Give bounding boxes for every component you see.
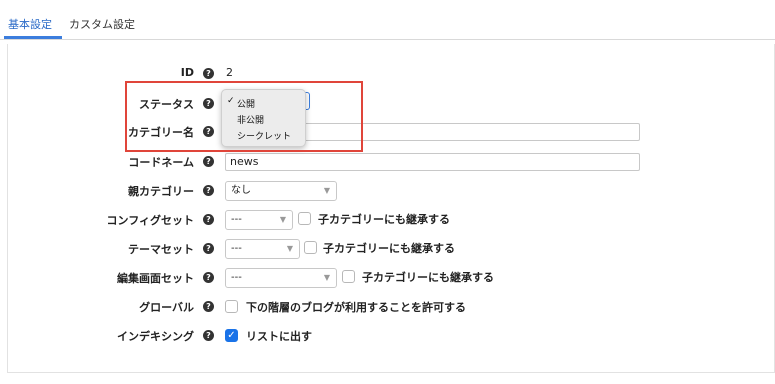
- help-icon[interactable]: ?: [203, 243, 214, 254]
- global-checkbox-label: 下の階層のブログが利用することを許可する: [246, 301, 466, 314]
- chevron-down-icon: ▼: [279, 215, 286, 224]
- edit-screen-set-label: 編集画面セット: [117, 272, 194, 285]
- chevron-down-icon: ▼: [323, 186, 330, 195]
- id-label: ID: [180, 66, 194, 79]
- help-icon[interactable]: ?: [203, 185, 214, 196]
- tab-bar: 基本設定 カスタム設定: [0, 0, 775, 40]
- global-label: グローバル: [139, 301, 194, 314]
- config-set-inherit-label: 子カテゴリーにも継承する: [318, 213, 450, 226]
- active-tab-indicator: [4, 36, 62, 39]
- indexing-label: インデキシング: [117, 330, 194, 343]
- theme-set-inherit-label: 子カテゴリーにも継承する: [323, 242, 455, 255]
- edit-screen-set-select[interactable]: --- ▼: [225, 268, 337, 288]
- config-set-select[interactable]: --- ▼: [225, 210, 293, 230]
- parent-category-value: なし: [231, 185, 251, 196]
- help-icon[interactable]: ?: [203, 214, 214, 225]
- edit-screen-set-inherit-label: 子カテゴリーにも継承する: [362, 271, 494, 284]
- code-name-input[interactable]: news: [225, 153, 640, 171]
- config-set-value: ---: [231, 214, 242, 225]
- check-icon: ✓: [227, 330, 236, 341]
- help-icon[interactable]: ?: [203, 68, 214, 79]
- indexing-checkbox[interactable]: ✓: [225, 329, 238, 342]
- parent-category-select[interactable]: なし ▼: [225, 181, 337, 201]
- help-icon[interactable]: ?: [203, 156, 214, 167]
- help-icon[interactable]: ?: [203, 301, 214, 312]
- global-checkbox[interactable]: [225, 300, 238, 313]
- tab-custom-settings[interactable]: カスタム設定: [69, 16, 135, 32]
- theme-set-label: テーマセット: [128, 243, 194, 256]
- tab-basic-settings[interactable]: 基本設定: [8, 16, 52, 32]
- help-icon[interactable]: ?: [203, 272, 214, 283]
- config-set-inherit-checkbox[interactable]: [298, 212, 311, 225]
- theme-set-value: ---: [231, 243, 242, 254]
- parent-category-label: 親カテゴリー: [128, 185, 194, 198]
- id-value: 2: [226, 66, 233, 79]
- theme-set-inherit-checkbox[interactable]: [304, 241, 317, 254]
- theme-set-select[interactable]: --- ▼: [225, 239, 300, 259]
- help-icon[interactable]: ?: [203, 330, 214, 341]
- edit-screen-set-inherit-checkbox[interactable]: [342, 270, 355, 283]
- chevron-down-icon: ▼: [323, 273, 330, 282]
- indexing-checkbox-label: リストに出す: [246, 330, 312, 343]
- edit-screen-set-value: ---: [231, 272, 242, 283]
- chevron-down-icon: ▼: [286, 244, 293, 253]
- code-name-label: コードネーム: [128, 156, 194, 169]
- highlight-box: [125, 81, 363, 152]
- settings-panel: [7, 44, 775, 373]
- config-set-label: コンフィグセット: [106, 214, 194, 227]
